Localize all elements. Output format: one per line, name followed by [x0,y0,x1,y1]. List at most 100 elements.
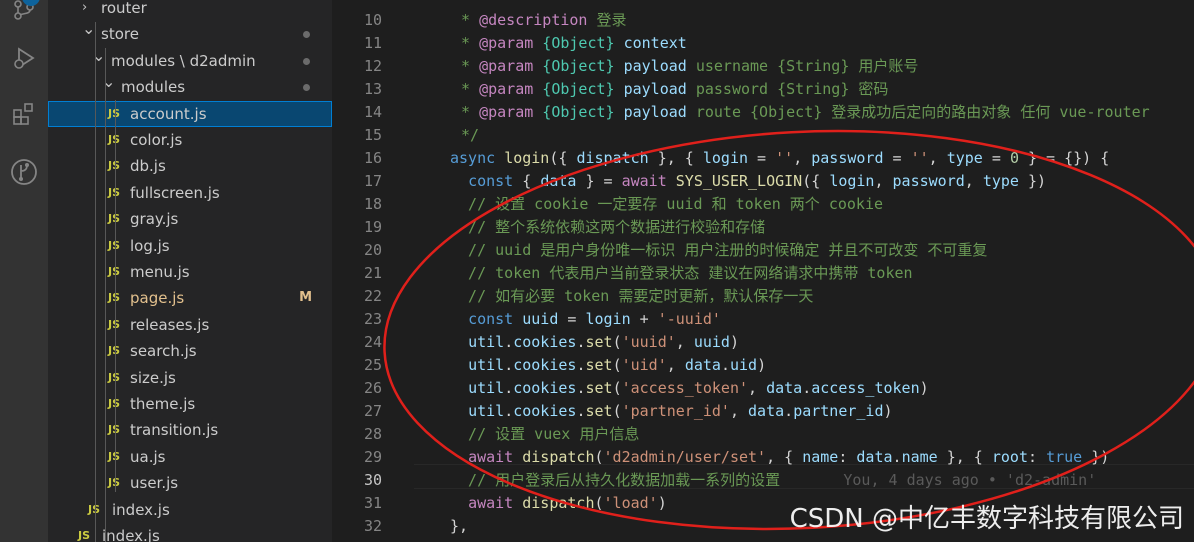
code-token: ) [729,333,739,351]
code-text: await dispatch('load') [450,492,667,515]
code-token: 0 [1009,149,1019,167]
folder-item[interactable]: ⌄ modules \ d2admin [48,46,332,74]
code-token: . [504,402,514,420]
file-item[interactable]: JS account.js [48,100,332,127]
code-token: // 用户登录后从持久化数据加载一系列的设置 [450,471,781,489]
code-token: cookies [513,379,577,397]
code-token: {Object} [533,34,624,52]
modified-dot [303,84,310,92]
code-token: await [468,448,523,466]
code-token: dispatch [522,494,595,512]
code-token: ( [594,494,604,512]
code-token: You, 4 days ago • 'd2-admin' [780,471,1097,489]
code-token: */ [452,126,480,144]
file-item[interactable]: JS index.js [48,523,332,542]
folder-item[interactable]: ⌄ store [48,19,332,47]
line-number: 31 [363,494,382,512]
file-item[interactable]: JS size.js [48,365,332,391]
js-file-icon: JS [108,133,121,146]
file-item[interactable]: JS transition.js [48,417,332,443]
code-line: 29 await dispatch('d2admin/user/set', { … [332,446,1194,469]
code-line: 13 * @param {Object} payload password {S… [332,78,1194,101]
extensions-icon[interactable] [0,92,48,136]
code-token: util [468,333,505,351]
file-item[interactable]: JS fullscreen.js [48,180,332,206]
file-item[interactable]: JS page.js M [48,285,332,311]
code-token: set [585,356,613,374]
code-token: const [468,172,514,190]
tree-item-label: store [101,25,139,44]
file-item[interactable]: JS user.js [48,470,332,496]
code-token: 'load' [603,494,658,512]
file-item[interactable]: JS log.js [48,233,332,259]
file-item[interactable]: JS ua.js [48,444,332,470]
code-text: * @param {Object} payload route {Object}… [452,101,1150,124]
code-token: password [892,172,965,190]
code-token: @description [479,11,588,29]
file-item[interactable]: JS gray.js [48,206,332,232]
file-item[interactable]: JS index.js [48,497,332,523]
code-token: util [468,402,505,420]
code-token: cookies [513,402,577,420]
tree-item-label: page.js [130,289,185,308]
code-token: . [720,356,730,374]
file-item[interactable]: JS releases.js [48,312,332,338]
code-token: : [1028,448,1047,466]
file-item[interactable]: JS search.js [48,338,332,364]
code-token: set [585,379,613,397]
code-token: + [630,310,658,328]
code-token: . [892,448,902,466]
code-token: payload [623,57,687,75]
code-token: , [748,379,767,397]
js-file-icon: JS [108,449,121,463]
line-number: 26 [363,379,382,397]
code-token: , { [766,448,803,466]
code-token: * [452,103,480,121]
code-token: {Object} [533,80,624,98]
line-number: 19 [363,218,382,236]
file-item[interactable]: JS color.js [48,127,332,153]
indent-guide [105,48,106,542]
folder-item[interactable]: ⌄ modules [48,72,332,100]
code-text: util.cookies.set('access_token', data.ac… [450,377,929,400]
code-token: type [946,149,983,167]
code-token: data [540,172,577,190]
file-item[interactable]: JS db.js [48,153,332,179]
chevron-down-icon: ⌄ [92,45,106,65]
code-editor[interactable]: 10 * @description 登录 11 * @param {Object}… [332,0,1194,542]
js-file-icon: JS [108,423,121,437]
code-token: '' [910,149,929,167]
line-number: 21 [363,264,382,282]
indent-guide [115,100,116,492]
source-control-icon[interactable]: 9 [0,0,48,32]
code-text: }, [450,515,468,538]
code-token: access_token [811,379,920,397]
line-number: 25 [363,356,382,374]
code-token: @param [479,34,534,52]
tree-item-label: size.js [130,368,176,387]
code-token: root [991,448,1028,466]
code-token: payload [623,80,687,98]
code-line: 24 util.cookies.set('uuid', uuid) [332,331,1194,354]
code-token: 'partner_id' [621,402,730,420]
code-line: 16 async login({ dispatch }, { login = ''… [332,147,1194,170]
code-token: . [802,379,812,397]
git-graph-icon[interactable] [0,150,48,194]
run-debug-icon[interactable] [0,36,48,80]
file-item[interactable]: JS theme.js [48,391,332,417]
file-item[interactable]: JS menu.js [48,259,332,285]
code-token: , [928,149,947,167]
code-text: util.cookies.set('partner_id', data.part… [450,400,892,423]
code-token: // uuid 是用户身份唯一标识 用户注册的时候确定 并且不可改变 不可重复 [450,241,988,259]
code-token: , [729,402,749,420]
code-token: cookies [513,333,577,351]
line-number: 30 [363,471,382,489]
js-file-icon: JS [108,212,121,226]
code-token: . [504,333,514,351]
code-token: data [684,356,721,374]
code-token: ) [657,494,667,512]
code-text: // 如有必要 token 需要定时更新，默认保存一天 [450,285,813,308]
line-number: 22 [363,287,382,305]
